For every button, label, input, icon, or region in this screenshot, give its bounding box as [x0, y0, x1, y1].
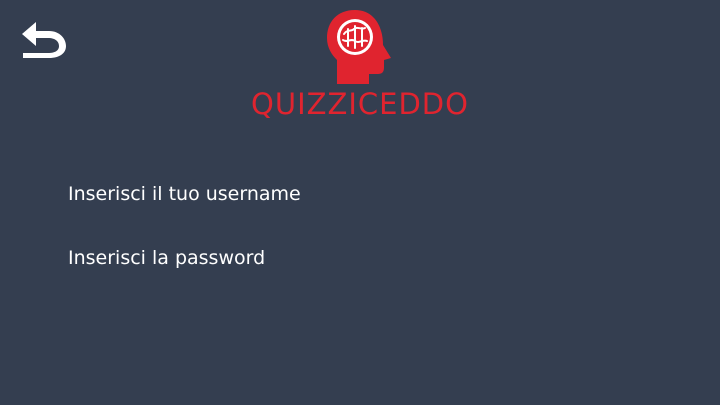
logo-text: QUIZZICEDDO — [251, 87, 469, 121]
app-logo: QUIZZICEDDO — [0, 8, 720, 120]
password-prompt: Inserisci la password — [68, 247, 266, 269]
brain-head-icon — [327, 10, 391, 84]
username-prompt: Inserisci il tuo username — [68, 183, 301, 205]
